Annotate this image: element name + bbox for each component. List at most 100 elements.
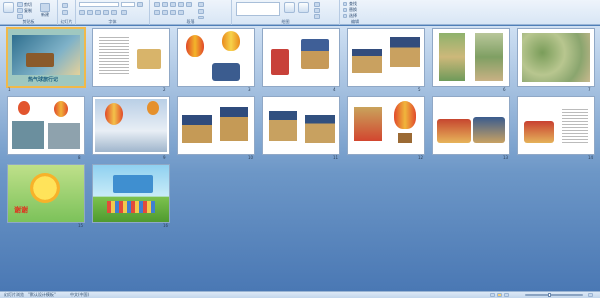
slide-number: 6 xyxy=(503,87,506,92)
balloon-icon xyxy=(105,103,123,125)
slides-group: 幻灯片 xyxy=(58,0,76,25)
slide-thumbnail[interactable]: 谢谢 xyxy=(8,165,84,222)
font-color-icon[interactable] xyxy=(121,10,127,15)
slide-thumbnail[interactable] xyxy=(178,29,254,86)
replace-icon[interactable] xyxy=(343,8,347,12)
strikethrough-icon[interactable] xyxy=(103,10,109,15)
slide-thumbnail[interactable] xyxy=(263,29,339,86)
shape-fill-icon[interactable] xyxy=(314,2,320,7)
view-mode-label: 幻灯片浏览 xyxy=(4,292,24,297)
shadow-icon[interactable] xyxy=(111,10,117,15)
basket-shape xyxy=(398,133,412,143)
slide-thumbnail[interactable] xyxy=(178,97,254,154)
figures-illustration xyxy=(473,117,505,143)
figures-illustration xyxy=(354,107,382,141)
italic-icon[interactable] xyxy=(87,10,93,15)
paste-button[interactable] xyxy=(3,2,14,13)
replace-label[interactable]: 替换 xyxy=(349,8,357,12)
align-center-icon[interactable] xyxy=(162,10,168,15)
align-left-icon[interactable] xyxy=(154,10,160,15)
drawing-group: 绘图 xyxy=(232,0,340,25)
clipboard-group-label: 剪贴板 xyxy=(22,19,35,24)
slide-thumbnail[interactable] xyxy=(518,29,594,86)
underline-icon[interactable] xyxy=(95,10,101,15)
new-slide-icon[interactable] xyxy=(40,3,50,12)
line-spacing-icon[interactable] xyxy=(186,2,192,7)
figures-illustration xyxy=(212,63,240,81)
quick-styles-button[interactable] xyxy=(298,2,309,13)
basket-shape xyxy=(305,115,335,143)
find-icon[interactable] xyxy=(343,2,347,6)
basket-shape xyxy=(352,49,382,73)
smartart-icon[interactable] xyxy=(198,16,204,19)
bold-icon[interactable] xyxy=(79,10,85,15)
cut-label[interactable]: 剪切 xyxy=(24,3,32,7)
slide-number: 2 xyxy=(163,87,166,92)
slide-thumbnail[interactable]: 热气球旅行记 xyxy=(8,29,84,86)
align-text-icon[interactable] xyxy=(198,9,204,14)
zoom-slider-thumb[interactable] xyxy=(548,293,551,297)
font-size-select[interactable] xyxy=(121,2,135,7)
slide-thumbnail[interactable] xyxy=(8,97,84,154)
shapes-gallery[interactable] xyxy=(236,2,280,16)
select-label[interactable]: 选择 xyxy=(349,14,357,18)
figures-illustration xyxy=(524,121,554,143)
slide-number: 12 xyxy=(418,155,424,160)
slide-number: 5 xyxy=(418,87,421,92)
cut-icon[interactable] xyxy=(17,2,23,7)
font-name-select[interactable] xyxy=(79,2,119,7)
thanks-text: 谢谢 xyxy=(14,206,28,214)
map-illustration xyxy=(475,33,503,81)
language-label[interactable]: 中文(中国) xyxy=(70,293,89,297)
aerial-view-illustration xyxy=(522,33,590,82)
increase-indent-icon[interactable] xyxy=(178,2,184,7)
arrange-button[interactable] xyxy=(284,2,295,13)
slide-sorter-view-icon[interactable] xyxy=(497,293,502,297)
zoom-slider[interactable] xyxy=(525,294,583,296)
balloon-icon xyxy=(54,101,68,117)
normal-view-icon[interactable] xyxy=(490,293,495,297)
slide-thumbnail[interactable] xyxy=(348,97,424,154)
shape-outline-icon[interactable] xyxy=(314,8,320,13)
text-block xyxy=(562,107,588,143)
copy-icon[interactable] xyxy=(17,8,23,13)
slide-thumbnail[interactable] xyxy=(263,97,339,154)
slide-number: 1 xyxy=(8,87,11,92)
new-slide-label[interactable]: 新建 xyxy=(41,13,49,17)
slide-thumbnail[interactable] xyxy=(433,29,509,86)
slideshow-icon[interactable] xyxy=(504,293,509,297)
slide-thumbnail[interactable] xyxy=(93,165,169,222)
aerial-view-illustration xyxy=(48,123,80,149)
slide-thumbnail[interactable] xyxy=(433,97,509,154)
align-right-icon[interactable] xyxy=(170,10,176,15)
slide-thumbnail[interactable] xyxy=(518,97,594,154)
slide-thumbnail[interactable] xyxy=(93,97,169,154)
balloon-icon xyxy=(18,101,30,115)
grow-font-icon[interactable] xyxy=(137,2,143,7)
theme-label: "默认设计模板" xyxy=(28,292,56,297)
slide-thumbnail[interactable] xyxy=(93,29,169,86)
find-label[interactable]: 查找 xyxy=(349,2,357,6)
decrease-indent-icon[interactable] xyxy=(170,2,176,7)
text-block xyxy=(99,35,129,75)
fit-to-window-icon[interactable] xyxy=(588,293,593,297)
copy-label[interactable]: 复制 xyxy=(24,9,32,13)
illustration xyxy=(137,49,161,69)
reset-icon[interactable] xyxy=(62,10,68,15)
basket-shape xyxy=(220,107,248,141)
map-illustration xyxy=(439,33,465,81)
slide-number: 8 xyxy=(78,155,81,160)
numbering-icon[interactable] xyxy=(162,2,168,7)
justify-icon[interactable] xyxy=(178,10,184,15)
bullets-icon[interactable] xyxy=(154,2,160,7)
figures-illustration xyxy=(107,201,155,213)
sun-icon xyxy=(30,173,60,203)
layout-icon[interactable] xyxy=(62,3,68,8)
cover-title: 热气球旅行记 xyxy=(28,77,59,83)
slide-thumbnail[interactable] xyxy=(348,29,424,86)
shape-effects-icon[interactable] xyxy=(314,14,320,19)
basket-shape xyxy=(390,37,420,67)
text-direction-icon[interactable] xyxy=(198,2,204,7)
basket-shape xyxy=(269,111,297,141)
select-icon[interactable] xyxy=(343,14,347,18)
